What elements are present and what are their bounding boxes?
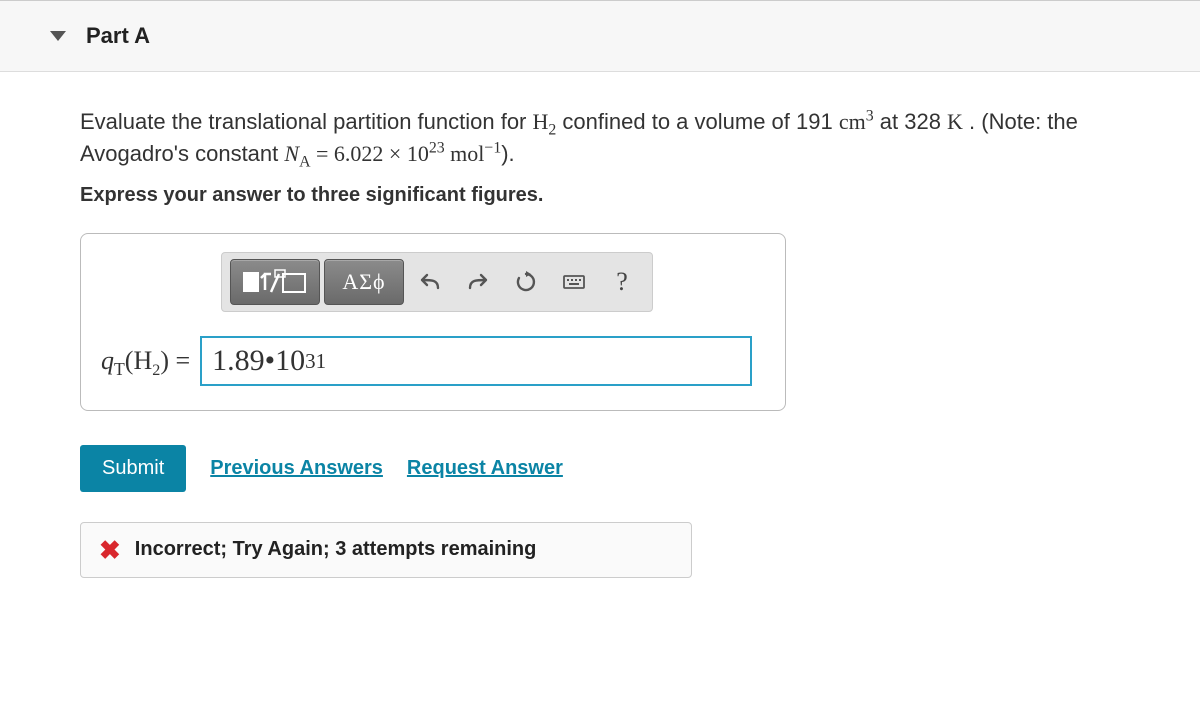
answer-input[interactable]: 1.89 • 1031: [200, 336, 752, 386]
feedback-text: Incorrect; Try Again; 3 attempts remaini…: [135, 538, 537, 561]
q-mid2: at 328: [874, 109, 947, 134]
unit-cm-base: cm: [839, 109, 866, 134]
reset-button[interactable]: [504, 260, 548, 304]
answer-base: 10: [275, 344, 305, 378]
lhs-t: T: [114, 359, 125, 379]
answer-dot: •: [265, 344, 276, 378]
unit-cm-sup: 3: [866, 108, 874, 125]
keyboard-button[interactable]: [552, 260, 596, 304]
na-n: N: [284, 141, 299, 166]
na-value: = 6.022 × 10: [311, 141, 429, 166]
q-end: ).: [501, 141, 514, 166]
answer-mantissa: 1.89: [212, 344, 265, 378]
actions-row: Submit Previous Answers Request Answer: [80, 445, 1120, 492]
redo-button[interactable]: [456, 260, 500, 304]
undo-button[interactable]: [408, 260, 452, 304]
lhs-h: H: [133, 346, 152, 375]
question-text: Evaluate the translational partition fun…: [80, 106, 1120, 170]
caret-down-icon: [50, 31, 66, 41]
incorrect-icon: ✖: [99, 537, 121, 563]
answer-row: qT(H2) = 1.89 • 1031: [81, 336, 785, 386]
answer-box: ΑΣϕ ? qT(H2) =: [80, 233, 786, 411]
greek-symbols-button[interactable]: ΑΣϕ: [324, 259, 404, 305]
equation-toolbar: ΑΣϕ ?: [221, 252, 653, 312]
mol-exp: −1: [484, 140, 501, 157]
part-header[interactable]: Part A: [0, 0, 1200, 72]
avogadro-sym: NA: [284, 141, 310, 166]
help-button[interactable]: ?: [600, 260, 644, 304]
template-palette-button[interactable]: [230, 259, 320, 305]
request-answer-link[interactable]: Request Answer: [407, 457, 563, 480]
q-pre: Evaluate the translational partition fun…: [80, 109, 533, 134]
lhs-q: q: [101, 346, 114, 375]
na-exp: 23: [429, 140, 445, 157]
part-title: Part A: [86, 23, 150, 49]
mol-unit: mol: [445, 141, 485, 166]
temp-unit: K: [947, 109, 963, 134]
molecule-base: H: [533, 109, 549, 134]
lhs-close: ) =: [160, 346, 190, 375]
submit-button[interactable]: Submit: [80, 445, 186, 492]
q-mid1: confined to a volume of 191: [556, 109, 839, 134]
feedback-box: ✖ Incorrect; Try Again; 3 attempts remai…: [80, 522, 692, 578]
answer-lhs: qT(H2) =: [101, 346, 190, 376]
unit-cm: cm3: [839, 109, 874, 134]
molecule: H2: [533, 109, 557, 134]
previous-answers-link[interactable]: Previous Answers: [210, 457, 383, 480]
na-a: A: [299, 153, 310, 170]
instruction: Express your answer to three significant…: [80, 184, 1120, 207]
